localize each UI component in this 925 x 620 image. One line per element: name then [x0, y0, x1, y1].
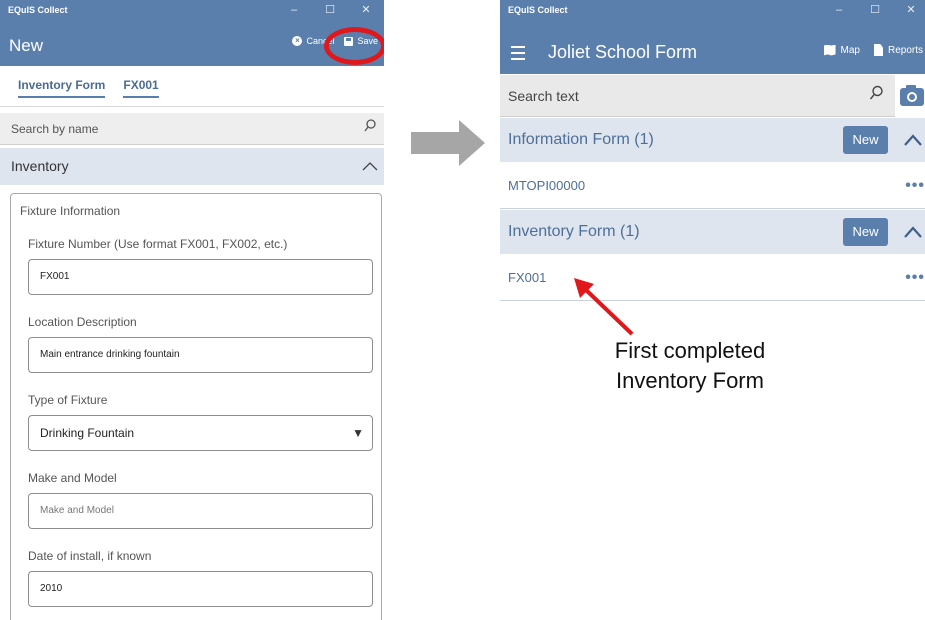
location-description-value: Main entrance drinking fountain [40, 349, 180, 360]
annotation-arrow-icon [574, 278, 634, 336]
reports-button[interactable]: Reports [873, 44, 923, 56]
dropdown-arrow-icon: ▼ [352, 426, 364, 440]
type-of-fixture-value: Drinking Fountain [40, 426, 135, 440]
search-input[interactable]: Search by name [0, 113, 384, 145]
fixture-number-label: Fixture Number (Use format FX001, FX002,… [28, 237, 288, 251]
fixture-information-card: Fixture Information Fixture Number (Use … [10, 193, 382, 620]
divider [0, 106, 384, 107]
close-window-button[interactable]: ✕ [348, 0, 384, 20]
left-app-bar: EQuIS Collect – ☐ ✕ New × Cancel Save [0, 0, 384, 66]
map-icon [823, 44, 836, 56]
install-date-field[interactable]: 2010 [28, 571, 373, 607]
map-label: Map [840, 44, 860, 56]
search-icon[interactable] [869, 75, 883, 117]
section-title: Inventory [11, 158, 69, 174]
left-window-title: EQuIS Collect [8, 5, 68, 15]
right-title-bar: EQuIS Collect – ☐ ✕ [500, 0, 925, 20]
fixture-number-value: FX001 [40, 271, 70, 282]
search-input[interactable]: Search text [500, 75, 895, 117]
maximize-button[interactable]: ☐ [312, 0, 348, 20]
location-description-label: Location Description [28, 315, 137, 329]
type-of-fixture-label: Type of Fixture [28, 393, 108, 407]
new-information-form-button[interactable]: New [843, 126, 888, 154]
search-placeholder: Search text [508, 88, 579, 104]
page-title: Joliet School Form [548, 42, 698, 62]
search-icon[interactable] [364, 113, 376, 145]
breadcrumb-form[interactable]: Inventory Form [18, 78, 106, 98]
annotation-line-1: First completed [614, 338, 766, 363]
form-list-window: EQuIS Collect – ☐ ✕ Joliet School Form M… [500, 0, 925, 620]
right-app-bar: EQuIS Collect – ☐ ✕ Joliet School Form M… [500, 0, 925, 74]
fixture-number-field[interactable]: FX001 [28, 259, 373, 295]
search-placeholder: Search by name [11, 122, 99, 136]
group-header-inventory-form[interactable]: Inventory Form (1) New [500, 210, 925, 254]
make-model-label: Make and Model [28, 471, 117, 485]
maximize-button[interactable]: ☐ [857, 0, 893, 20]
breadcrumb: Inventory Form FX001 [18, 78, 159, 98]
list-item[interactable]: FX001 ••• [500, 255, 925, 301]
map-button[interactable]: Map [823, 44, 860, 56]
list-item[interactable]: MTOPI00000 ••• [500, 163, 925, 209]
more-options-icon[interactable]: ••• [905, 163, 925, 209]
page-title: New [9, 36, 44, 55]
chevron-up-icon[interactable] [362, 148, 378, 185]
list-item-label: FX001 [508, 270, 547, 285]
list-item-label: MTOPI00000 [508, 178, 586, 193]
transition-arrow-icon [411, 120, 485, 166]
cancel-icon: × [292, 36, 303, 46]
left-title-bar: EQuIS Collect – ☐ ✕ [0, 0, 384, 20]
make-model-field[interactable]: Make and Model [28, 493, 373, 529]
annotation-text: First completed Inventory Form [570, 336, 810, 396]
group-header-information-form[interactable]: Information Form (1) New [500, 118, 925, 162]
right-window-controls: – ☐ ✕ [821, 0, 925, 20]
card-title: Fixture Information [20, 204, 121, 218]
save-highlight-circle [324, 27, 384, 65]
left-window-controls: – ☐ ✕ [276, 0, 384, 20]
minimize-button[interactable]: – [276, 0, 312, 20]
annotation-line-2: Inventory Form [616, 368, 764, 393]
install-date-label: Date of install, if known [28, 549, 152, 563]
section-header-inventory[interactable]: Inventory [0, 148, 384, 185]
header-actions: Map Reports [823, 44, 923, 56]
group-title: Inventory Form (1) [508, 223, 640, 240]
group-title: Information Form (1) [508, 131, 654, 148]
make-model-placeholder: Make and Model [40, 505, 114, 516]
more-options-icon[interactable]: ••• [905, 255, 925, 301]
right-window-title: EQuIS Collect [508, 5, 568, 15]
breadcrumb-record[interactable]: FX001 [123, 78, 159, 98]
hamburger-menu-icon[interactable] [511, 46, 525, 64]
form-entry-window: EQuIS Collect – ☐ ✕ New × Cancel Save In… [0, 0, 384, 620]
type-of-fixture-select[interactable]: Drinking Fountain ▼ [28, 415, 373, 451]
new-inventory-form-button[interactable]: New [843, 218, 888, 246]
minimize-button[interactable]: – [821, 0, 857, 20]
close-window-button[interactable]: ✕ [893, 0, 925, 20]
document-icon [873, 44, 883, 56]
install-date-value: 2010 [40, 583, 63, 594]
camera-icon[interactable] [898, 80, 925, 112]
reports-label: Reports [887, 44, 923, 56]
location-description-field[interactable]: Main entrance drinking fountain [28, 337, 373, 373]
